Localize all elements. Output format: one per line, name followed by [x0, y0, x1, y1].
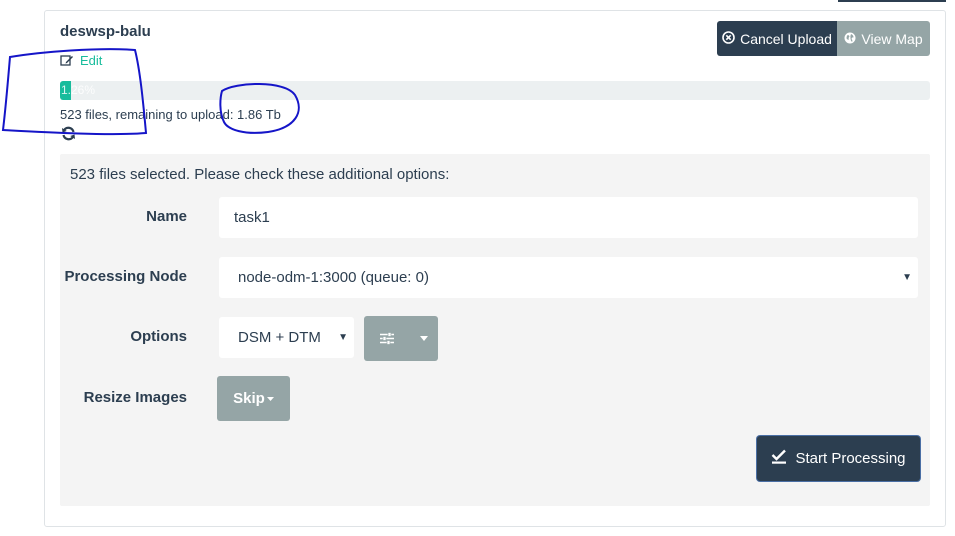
- options-preset-value: DSM + DTM: [238, 329, 321, 346]
- cancel-upload-button[interactable]: Cancel Upload: [717, 21, 837, 56]
- header-button-group: Cancel Upload View Map: [717, 21, 930, 56]
- resize-images-value: Skip: [233, 390, 265, 407]
- options-label: Options: [130, 328, 187, 345]
- refresh-icon[interactable]: [61, 126, 76, 146]
- sliders-icon: [364, 316, 410, 361]
- caret-down-icon: [266, 396, 274, 401]
- upload-progress-bar: 1.26%: [60, 81, 930, 100]
- upload-progress-text: 1.26%: [61, 83, 96, 97]
- globe-icon: [844, 31, 856, 47]
- cancel-circle-icon: [722, 30, 735, 47]
- start-processing-label: Start Processing: [795, 450, 906, 467]
- start-processing-button[interactable]: Start Processing: [757, 436, 920, 481]
- resize-images-label: Resize Images: [83, 389, 187, 406]
- processing-node-label: Processing Node: [64, 268, 187, 285]
- cancel-upload-label: Cancel Upload: [740, 30, 832, 47]
- caret-down-icon[interactable]: [410, 316, 438, 361]
- task-options-settings-button[interactable]: [364, 316, 438, 361]
- project-title: deswsp-balu: [60, 23, 151, 40]
- caret-down-icon: ▼: [902, 272, 912, 283]
- checkmark-icon: [771, 449, 787, 468]
- options-header: 523 files selected. Please check these a…: [70, 166, 450, 183]
- processing-node-select[interactable]: node-odm-1:3000 (queue: 0) ▼: [219, 257, 918, 298]
- caret-down-icon: ▼: [338, 332, 348, 343]
- view-map-button[interactable]: View Map: [837, 21, 930, 56]
- name-label: Name: [146, 208, 187, 225]
- view-map-label: View Map: [861, 30, 923, 47]
- edit-link[interactable]: Edit: [60, 53, 102, 68]
- processing-node-value: node-odm-1:3000 (queue: 0): [238, 269, 429, 286]
- upload-status-text: 523 files, remaining to upload: 1.86 Tb: [60, 107, 281, 122]
- edit-icon: [60, 54, 74, 67]
- resize-images-dropdown-button[interactable]: Skip: [217, 376, 290, 421]
- options-preset-select[interactable]: DSM + DTM ▼: [219, 317, 354, 358]
- top-edge-button: [838, 0, 946, 2]
- edit-label: Edit: [80, 53, 103, 68]
- task-name-input[interactable]: task1: [219, 197, 918, 238]
